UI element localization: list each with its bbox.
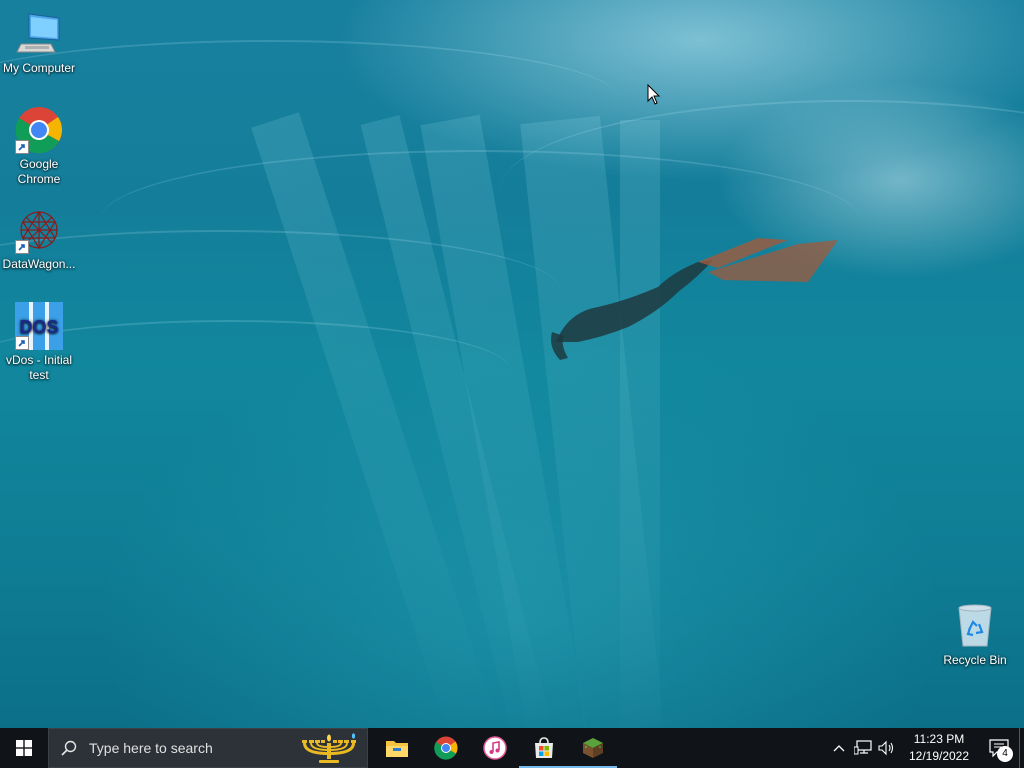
- start-button[interactable]: [0, 728, 48, 768]
- desktop-icon-label: DataWagon...: [2, 257, 76, 271]
- network-button[interactable]: [851, 728, 875, 768]
- desktop-icon-label: Google Chrome: [17, 157, 61, 186]
- mouse-cursor-icon: [647, 84, 661, 105]
- show-hidden-icons-button[interactable]: [827, 728, 851, 768]
- desktop-icon-label: vDos - Initial test: [5, 353, 73, 382]
- action-center-button[interactable]: 4: [979, 728, 1019, 768]
- taskbar-app-itunes[interactable]: [470, 728, 519, 768]
- desktop-icon-label: Recycle Bin: [943, 653, 1007, 667]
- folder-icon: [385, 741, 408, 757]
- show-desktop-button[interactable]: [1019, 728, 1024, 768]
- network-icon: [854, 740, 872, 755]
- menorah-icon: [302, 733, 356, 763]
- svg-text:DOS: DOS: [19, 317, 58, 337]
- taskbar: 11:23 PM 12/19/2022 4: [0, 728, 1024, 768]
- taskbar-app-google-chrome[interactable]: [421, 728, 470, 768]
- minecraft-icon: [582, 738, 603, 758]
- shortcut-arrow-icon: [15, 140, 29, 154]
- shortcut-arrow-icon: [15, 240, 29, 254]
- search-input[interactable]: [89, 740, 289, 756]
- volume-button[interactable]: [875, 728, 899, 768]
- speaker-icon: [878, 740, 894, 756]
- clock[interactable]: 11:23 PM 12/19/2022: [903, 731, 975, 765]
- shortcut-arrow-icon: [15, 336, 29, 350]
- taskbar-app-microsoft-store[interactable]: [519, 728, 568, 768]
- desktop-icon-datawagon[interactable]: DataWagon...: [1, 206, 77, 272]
- notification-count-badge: 4: [997, 746, 1013, 762]
- taskbar-app-minecraft[interactable]: [568, 728, 617, 768]
- datawagon-icon: [15, 206, 63, 254]
- desktop-icon-label: My Computer: [2, 61, 76, 75]
- swimmer-image: [551, 238, 838, 360]
- store-icon: [534, 737, 553, 758]
- vdos-icon: DOS: [15, 302, 63, 350]
- search-icon: [61, 740, 77, 756]
- chevron-up-icon: [833, 745, 845, 752]
- desktop-icon-my-computer[interactable]: My Computer: [1, 10, 77, 76]
- desktop-icon-vdos[interactable]: DOS vDos - Initial test: [1, 302, 77, 383]
- computer-icon: [15, 10, 63, 58]
- clock-date: 12/19/2022: [908, 749, 970, 763]
- itunes-icon: [482, 736, 507, 760]
- chrome-icon: [15, 106, 63, 154]
- desktop-icon-recycle-bin[interactable]: Recycle Bin: [937, 602, 1013, 668]
- desktop-icon-google-chrome[interactable]: Google Chrome: [1, 106, 77, 187]
- chrome-icon: [433, 736, 458, 760]
- taskbar-app-file-explorer[interactable]: [372, 728, 421, 768]
- recycle-bin-icon: [951, 602, 999, 650]
- taskbar-search-box[interactable]: [48, 728, 368, 768]
- windows-logo-icon: [16, 740, 32, 756]
- clock-time: 11:23 PM: [913, 732, 965, 746]
- desktop-wallpaper[interactable]: [0, 0, 1024, 728]
- system-tray: 11:23 PM 12/19/2022 4: [827, 728, 1024, 768]
